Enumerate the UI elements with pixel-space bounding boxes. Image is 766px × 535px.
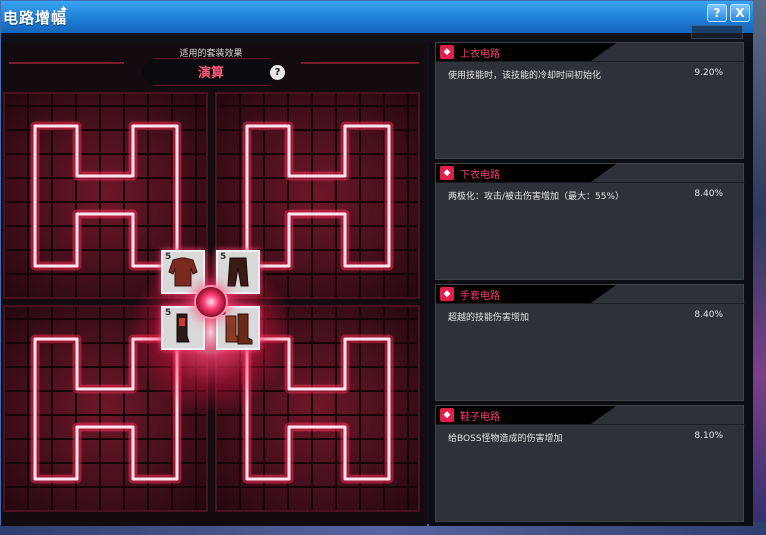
header-line-right (301, 62, 419, 64)
close-button[interactable]: X (730, 4, 750, 22)
equipment-slot-top[interactable]: 5 (161, 250, 205, 294)
equipment-slot-bottom[interactable]: 5 (216, 250, 260, 294)
set-effect-help-icon[interactable]: ? (270, 65, 285, 80)
circuit-window: 电路增幅 ✦ ? X 适用的套装效果 演算 ? 5 5 5 ◆ 上衣电路 使用技… (0, 0, 753, 526)
circuit-card-shoes[interactable]: ◆ 鞋子电路 给BOSS怪物造成的伤害增加 8.10% (435, 405, 745, 522)
shoes-circuit-icon: ◆ (440, 408, 454, 422)
card-description: 超越的技能伤害增加 (448, 313, 530, 323)
card-title: 手套电路 (460, 291, 500, 302)
top-armor-circuit-icon: ◆ (440, 45, 454, 59)
circuit-card-gloves[interactable]: ◆ 手套电路 超越的技能伤害增加 8.40% (435, 284, 745, 401)
card-title: 下衣电路 (460, 170, 500, 181)
subbar-box (691, 25, 743, 39)
card-value: 8.40% (694, 310, 723, 320)
set-effect-header: 适用的套装效果 演算 ? (121, 46, 301, 90)
game-screen: 电路增幅 ✦ ? X 适用的套装效果 演算 ? 5 5 5 ◆ 上衣电路 使用技… (0, 0, 766, 535)
slot-number: 5 (165, 252, 172, 262)
slot-number: 5 (220, 252, 227, 262)
card-description: 使用技能时，该技能的冷却时间初始化 (448, 71, 602, 81)
card-description: 两极化：攻击/被击伤害增加（最大：55%） (448, 192, 625, 202)
circuit-card-top[interactable]: ◆ 上衣电路 使用技能时，该技能的冷却时间初始化 9.20% (435, 42, 745, 159)
card-value: 8.40% (694, 189, 723, 199)
window-title: 电路增幅 (3, 9, 68, 27)
card-title: 鞋子电路 (460, 412, 500, 423)
circuit-card-bottom[interactable]: ◆ 下衣电路 两极化：攻击/被击伤害增加（最大：55%） 8.40% (435, 163, 745, 280)
window-subbar (1, 25, 753, 42)
pants-circuit-icon: ◆ (440, 166, 454, 180)
circuit-core-icon (194, 285, 228, 319)
card-description: 给BOSS怪物造成的伤害增加 (448, 434, 563, 444)
slot-number: 5 (165, 308, 172, 318)
card-divider (436, 182, 745, 183)
help-button[interactable]: ? (707, 4, 727, 22)
center-glow (126, 252, 296, 412)
sparkle-icon: ✦ (59, 3, 69, 16)
card-divider (436, 61, 745, 62)
card-title: 上衣电路 (460, 49, 500, 60)
card-value: 8.10% (694, 431, 723, 441)
set-effect-caption: 适用的套装效果 (179, 49, 243, 59)
circuit-board: 适用的套装效果 演算 ? 5 5 5 (1, 42, 427, 526)
card-divider (436, 424, 745, 425)
circuit-effect-list: ◆ 上衣电路 使用技能时，该技能的冷却时间初始化 9.20% ◆ 下衣电路 两极… (429, 42, 753, 526)
window-titlebar[interactable]: 电路增幅 ✦ ? X (1, 1, 753, 33)
header-line-left (9, 62, 124, 64)
card-divider (436, 303, 745, 304)
card-value: 9.20% (694, 68, 723, 78)
gloves-circuit-icon: ◆ (440, 287, 454, 301)
